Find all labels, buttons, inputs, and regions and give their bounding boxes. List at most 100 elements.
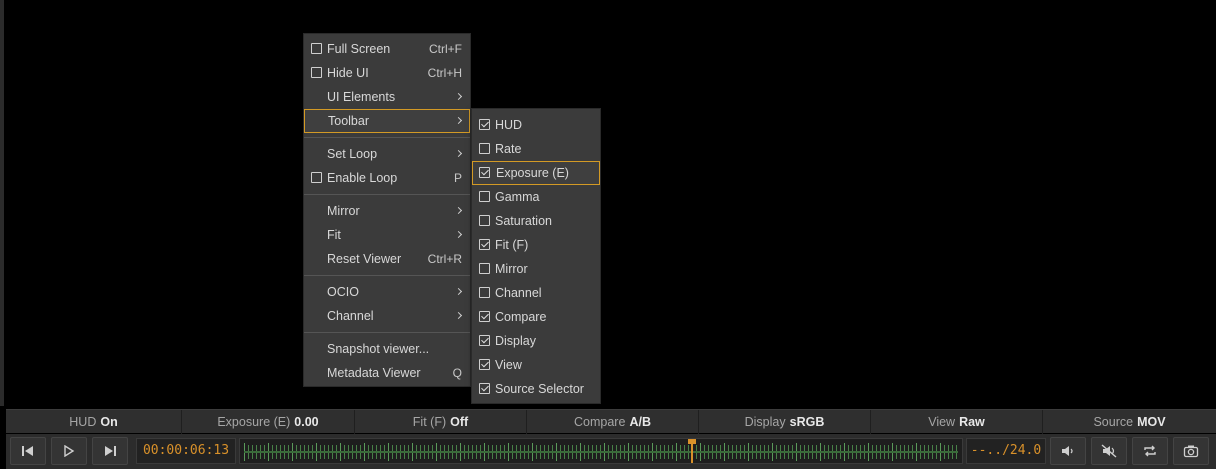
submenu-item-saturation[interactable]: Saturation	[472, 209, 600, 233]
menu-item-label: Snapshot viewer...	[327, 342, 430, 356]
submenu-item-view[interactable]: View	[472, 353, 600, 377]
checkbox-checked-icon	[479, 359, 490, 370]
hud-label: HUD	[69, 415, 97, 429]
menu-item-hide-ui[interactable]: Hide UI Ctrl+H	[304, 61, 470, 85]
display-label: Display	[744, 415, 786, 429]
submenu-item-label: Exposure (E)	[496, 166, 569, 180]
compare-selector[interactable]: Compare A/B	[527, 410, 699, 434]
menu-separator	[304, 332, 470, 333]
image-viewer[interactable]	[0, 0, 1216, 406]
menu-item-fit[interactable]: Fit	[304, 223, 470, 247]
timecode-display[interactable]: 00:00:06:13	[136, 438, 236, 464]
exposure-control[interactable]: Exposure (E) 0.00	[182, 410, 355, 434]
menu-item-label: Full Screen	[327, 42, 391, 56]
checkbox-icon	[479, 215, 490, 226]
submenu-item-label: Fit (F)	[495, 238, 529, 252]
toolbar-submenu: HUD Rate Exposure (E) Gamma Saturation F…	[471, 108, 601, 404]
hud-toggle[interactable]: HUD On	[6, 410, 182, 434]
fps-display[interactable]: --../24.0	[966, 438, 1046, 464]
submenu-item-label: Rate	[495, 142, 522, 156]
checkbox-icon	[311, 67, 322, 78]
checkbox-checked-icon	[479, 119, 490, 130]
menu-item-reset-viewer[interactable]: Reset Viewer Ctrl+R	[304, 247, 470, 271]
menu-item-label: Mirror	[327, 204, 360, 218]
menu-item-ocio[interactable]: OCIO	[304, 280, 470, 304]
submenu-item-rate[interactable]: Rate	[472, 137, 600, 161]
fit-value: Off	[450, 415, 469, 429]
menu-item-ui-elements[interactable]: UI Elements	[304, 85, 470, 109]
view-label: View	[928, 415, 956, 429]
camera-icon	[1183, 445, 1199, 458]
menu-item-toolbar[interactable]: Toolbar	[304, 109, 470, 133]
skip-to-start-button[interactable]	[10, 437, 46, 465]
menu-item-metadata-viewer[interactable]: Metadata Viewer Q	[304, 361, 470, 385]
menu-item-label: OCIO	[327, 285, 359, 299]
menu-separator	[304, 194, 470, 195]
playhead[interactable]	[688, 439, 696, 463]
menu-item-snapshot-viewer[interactable]: Snapshot viewer...	[304, 337, 470, 361]
menu-item-label: Channel	[327, 309, 374, 323]
checkbox-icon	[479, 191, 490, 202]
volume-button[interactable]	[1050, 437, 1086, 465]
menu-item-mirror[interactable]: Mirror	[304, 199, 470, 223]
submenu-item-label: Channel	[495, 286, 542, 300]
display-selector[interactable]: Display sRGB	[699, 410, 871, 434]
timeline-scrubber[interactable]	[239, 438, 963, 464]
chevron-right-icon	[454, 230, 463, 239]
hud-toolbar: HUD On Exposure (E) 0.00 Fit (F) Off Compar…	[6, 409, 1216, 434]
menu-item-set-loop[interactable]: Set Loop	[304, 142, 470, 166]
display-value: sRGB	[789, 415, 825, 429]
shortcut-label: Ctrl+R	[427, 252, 462, 266]
snapshot-button[interactable]	[1173, 437, 1209, 465]
submenu-item-exposure[interactable]: Exposure (E)	[472, 161, 600, 185]
compare-label: Compare	[574, 415, 626, 429]
chevron-right-icon	[454, 287, 463, 296]
skip-end-icon	[105, 446, 116, 456]
checkbox-icon	[311, 43, 322, 54]
view-selector[interactable]: View Raw	[871, 410, 1043, 434]
fit-label: Fit (F)	[412, 415, 447, 429]
menu-item-channel[interactable]: Channel	[304, 304, 470, 328]
viewer-context-menu: Full Screen Ctrl+F Hide UI Ctrl+H UI Ele…	[303, 33, 471, 387]
loop-button[interactable]	[1132, 437, 1168, 465]
submenu-item-source-selector[interactable]: Source Selector	[472, 377, 600, 401]
menu-item-label: Metadata Viewer	[327, 366, 421, 380]
submenu-item-label: Source Selector	[495, 382, 584, 396]
fit-toggle[interactable]: Fit (F) Off	[355, 410, 527, 434]
mute-audio-button[interactable]	[1091, 437, 1127, 465]
chevron-right-icon	[454, 92, 463, 101]
submenu-item-channel[interactable]: Channel	[472, 281, 600, 305]
menu-item-label: UI Elements	[327, 90, 396, 104]
play-button[interactable]	[51, 437, 87, 465]
submenu-item-label: Display	[495, 334, 536, 348]
menu-item-full-screen[interactable]: Full Screen Ctrl+F	[304, 37, 470, 61]
hud-value: On	[100, 415, 118, 429]
checkbox-checked-icon	[479, 383, 490, 394]
source-value: MOV	[1137, 415, 1166, 429]
source-selector[interactable]: Source MOV	[1043, 410, 1216, 434]
chevron-right-icon	[454, 149, 463, 158]
submenu-item-label: Compare	[495, 310, 547, 324]
submenu-item-compare[interactable]: Compare	[472, 305, 600, 329]
checkbox-icon	[479, 263, 490, 274]
chevron-right-icon	[454, 116, 463, 125]
skip-to-end-button[interactable]	[92, 437, 128, 465]
checkbox-checked-icon	[479, 311, 490, 322]
checkbox-icon	[311, 172, 322, 183]
submenu-item-label: Mirror	[495, 262, 528, 276]
view-value: Raw	[959, 415, 985, 429]
compare-value: A/B	[629, 415, 651, 429]
submenu-item-mirror[interactable]: Mirror	[472, 257, 600, 281]
transport-bar: 00:00:06:13 --../24.0	[6, 434, 1216, 469]
submenu-item-gamma[interactable]: Gamma	[472, 185, 600, 209]
menu-item-label: Set Loop	[327, 147, 378, 161]
submenu-item-hud[interactable]: HUD	[472, 113, 600, 137]
shortcut-label: P	[453, 171, 462, 185]
chevron-right-icon	[454, 206, 463, 215]
submenu-item-fit[interactable]: Fit (F)	[472, 233, 600, 257]
submenu-item-display[interactable]: Display	[472, 329, 600, 353]
exposure-label: Exposure (E)	[217, 415, 291, 429]
menu-item-enable-loop[interactable]: Enable Loop P	[304, 166, 470, 190]
source-label: Source	[1093, 415, 1134, 429]
shortcut-label: Ctrl+H	[427, 66, 462, 80]
